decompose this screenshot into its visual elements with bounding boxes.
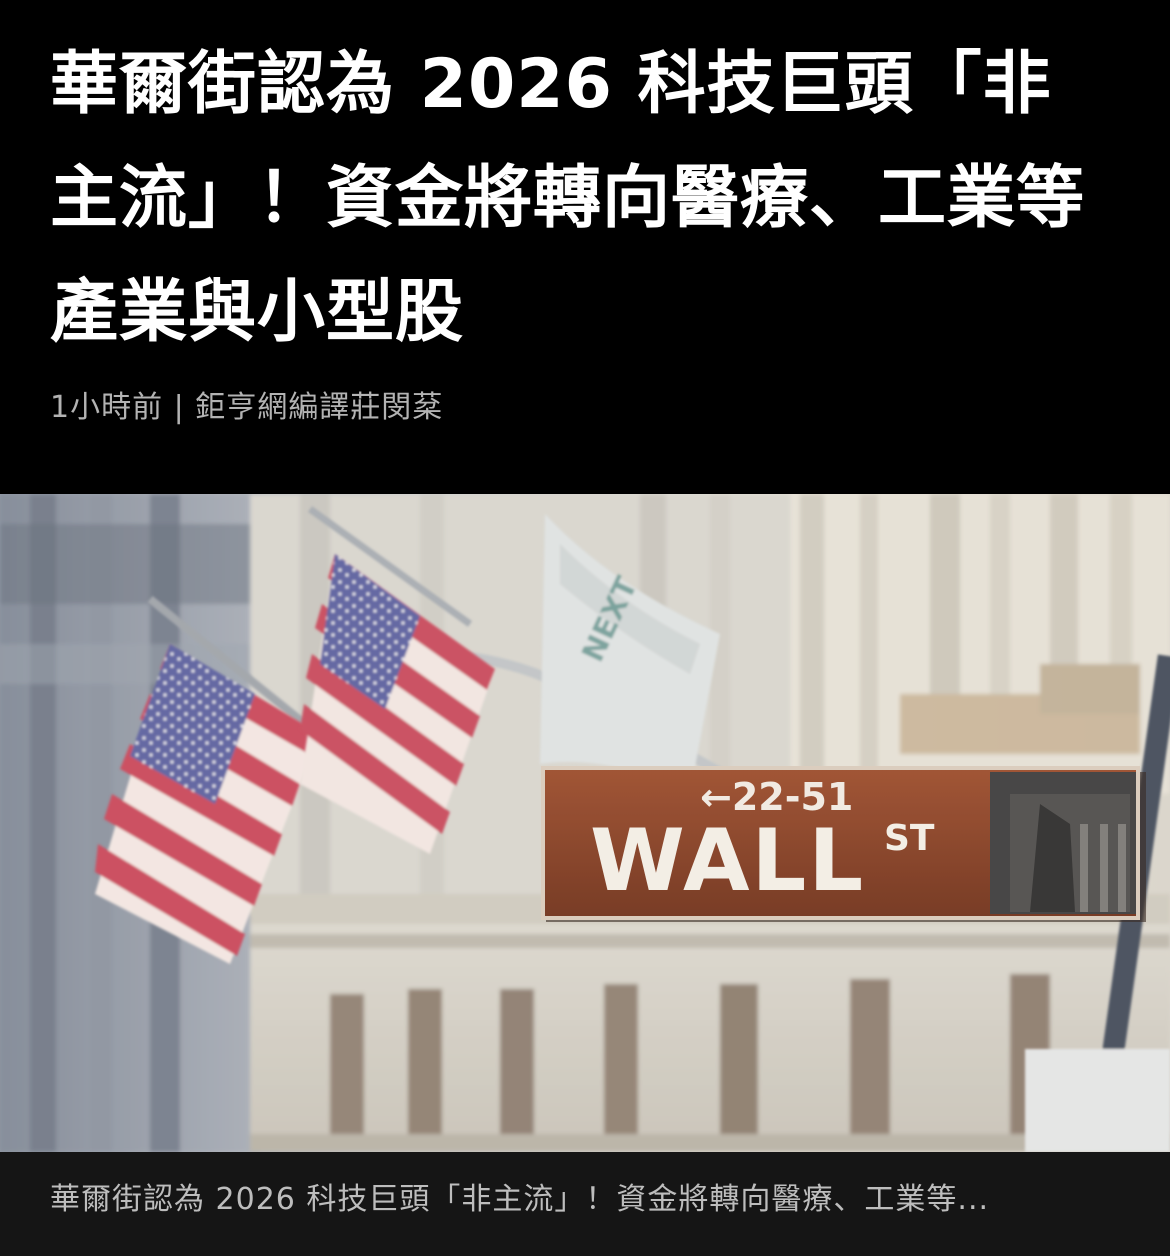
article-headline: 華爾街認為 2026 科技巨頭「非主流」！資金將轉向醫療、工業等產業與小型股 xyxy=(50,45,1086,352)
image-caption: 華爾街認為 2026 科技巨頭「非主流」！資金將轉向醫療、工業等... xyxy=(50,1182,990,1217)
article-meta: 1小時前 | 鉅亨網編譯莊閔棻 xyxy=(50,390,444,425)
article-page: 華爾街認為 2026 科技巨頭「非主流」！資金將轉向醫療、工業等產業與小型股 1… xyxy=(0,0,1170,1256)
wall-street-photo: NEXT ←22-51 WALL ST xyxy=(0,494,1170,1152)
hero-image[interactable]: NEXT ←22-51 WALL ST xyxy=(0,494,1170,1152)
image-caption-bar: 華爾街認為 2026 科技巨頭「非主流」！資金將轉向醫療、工業等... xyxy=(0,1152,1170,1256)
